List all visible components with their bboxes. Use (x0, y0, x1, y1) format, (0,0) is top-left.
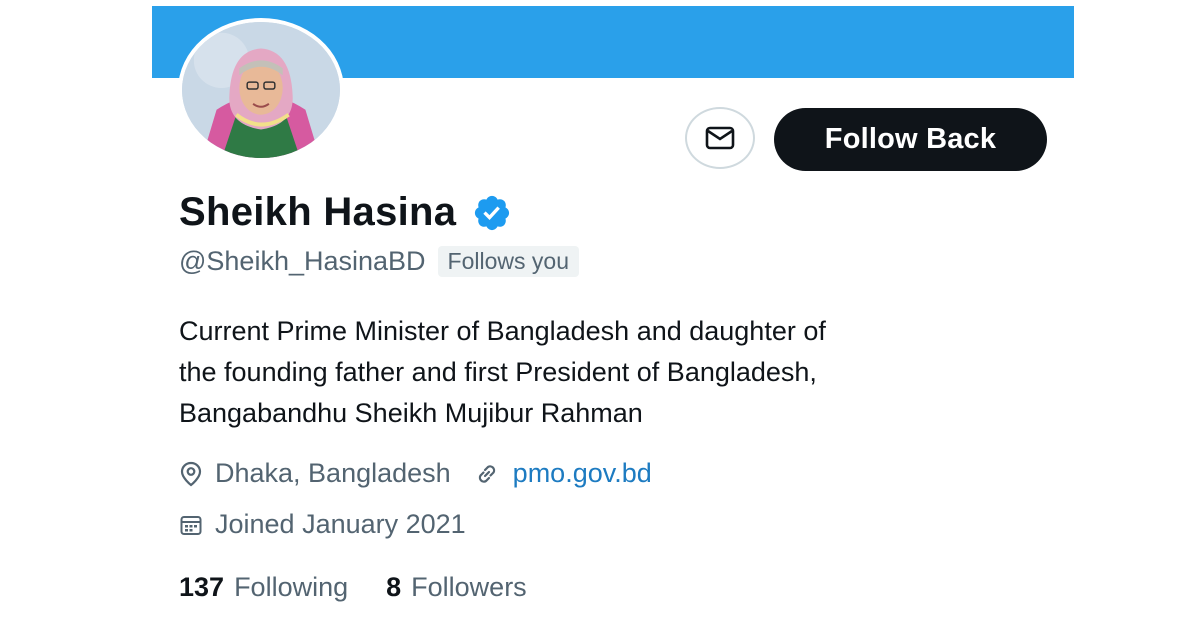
profile-avatar[interactable] (178, 18, 344, 162)
following-label: Following (234, 572, 349, 602)
profile-meta-row: Joined January 2021 (179, 509, 488, 540)
website-link[interactable]: pmo.gov.bd (513, 458, 652, 489)
profile-card: Follow Back Sheikh Hasina @Sheikh_Hasina… (152, 6, 1074, 630)
bio-line: the founding father and first President … (179, 357, 817, 387)
bio-line: Current Prime Minister of Bangladesh and… (179, 316, 826, 346)
handle-row: @Sheikh_HasinaBD Follows you (179, 246, 579, 277)
follow-back-button[interactable]: Follow Back (774, 108, 1047, 171)
joined-date: Joined January 2021 (215, 509, 466, 539)
avatar-photo (182, 22, 340, 158)
link-icon (478, 464, 495, 483)
location-text: Dhaka, Bangladesh (215, 458, 451, 488)
page: Follow Back Sheikh Hasina @Sheikh_Hasina… (0, 0, 1200, 630)
user-handle: @Sheikh_HasinaBD (179, 246, 426, 276)
verified-badge-icon[interactable] (472, 193, 512, 233)
calendar-icon (180, 515, 202, 535)
name-row: Sheikh Hasina (179, 190, 512, 235)
location-pin-icon (180, 461, 202, 486)
location-item: Dhaka, Bangladesh (179, 458, 451, 489)
profile-meta-row: Dhaka, Bangladesh pmo.gov.bd (179, 458, 674, 489)
followers-label: Followers (411, 572, 527, 602)
bio-line: Bangabandhu Sheikh Mujibur Rahman (179, 398, 643, 428)
following-stat[interactable]: 137 Following (179, 572, 348, 603)
website-item[interactable]: pmo.gov.bd (473, 458, 652, 489)
display-name: Sheikh Hasina (179, 190, 457, 234)
following-count: 137 (179, 572, 225, 602)
profile-bio: Current Prime Minister of Bangladesh and… (179, 311, 1059, 434)
joined-item: Joined January 2021 (179, 509, 466, 540)
mail-icon (705, 126, 735, 150)
follow-stats: 137 Following 8 Followers (179, 572, 565, 603)
followers-stat[interactable]: 8 Followers (386, 572, 527, 603)
message-button[interactable] (685, 107, 755, 169)
follows-you-badge: Follows you (437, 246, 579, 277)
followers-count: 8 (386, 572, 402, 602)
